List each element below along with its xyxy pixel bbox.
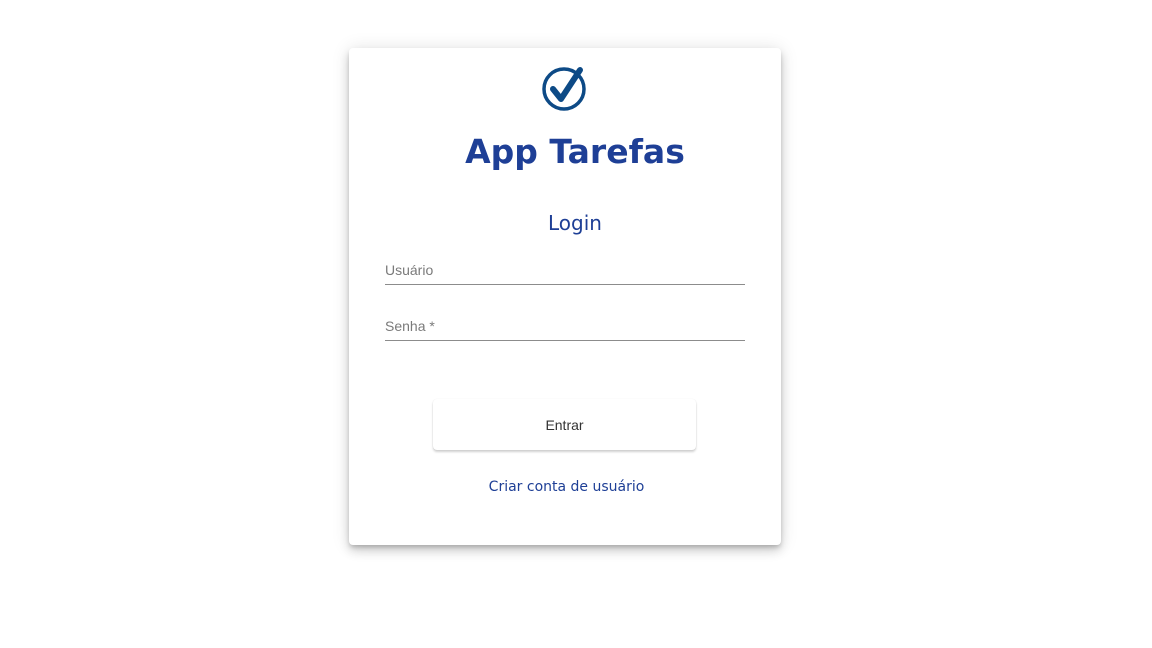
username-underline [385,284,745,285]
password-input[interactable] [385,311,745,340]
username-field-wrapper [385,255,745,285]
login-card: App Tarefas Login Entrar Criar conta de … [349,48,781,545]
login-button[interactable]: Entrar [433,399,696,450]
login-heading: Login [548,211,602,235]
app-title: App Tarefas [465,132,685,171]
username-input[interactable] [385,255,745,284]
password-field-wrapper [385,311,745,341]
create-account-link[interactable]: Criar conta de usuário [349,476,784,498]
check-circle-icon [542,67,586,111]
password-underline [385,340,745,341]
